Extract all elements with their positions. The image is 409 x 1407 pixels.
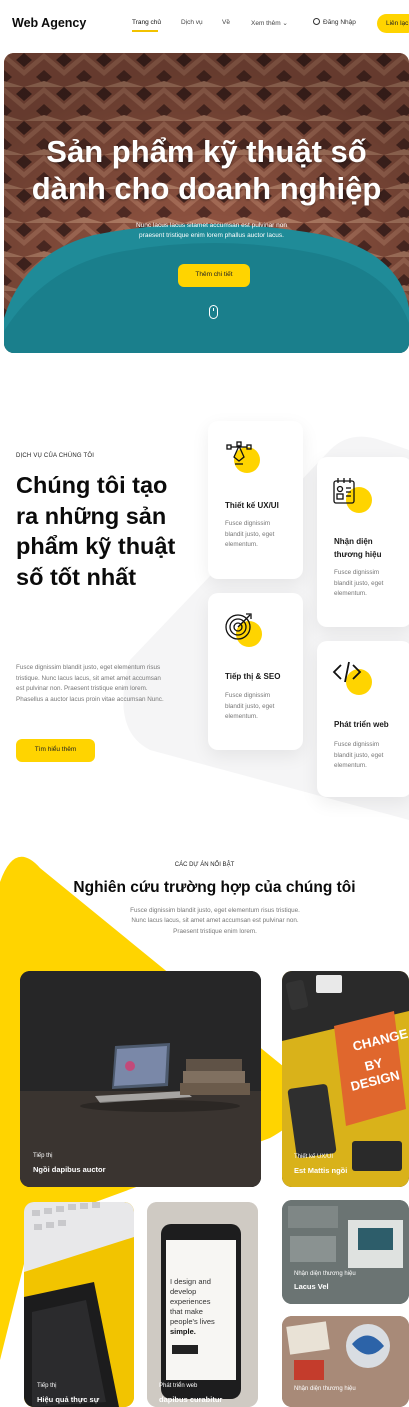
brand-logo[interactable]: Web Agency (12, 16, 86, 30)
nav-link-more[interactable]: Xem thêm ⌄ (251, 19, 288, 27)
hero-title-line-2: dành cho doanh nghiệp (31, 171, 382, 206)
projects-description-line-1: Fusce dignissim blandit justo, eget elem… (130, 907, 300, 914)
project-tile-ux-ui[interactable]: CHANGE BY DESIGN Thiết kế UX/UI Est Matt… (282, 971, 409, 1187)
project-tile-marketing[interactable]: Tiếp thị Ngồi dapibus auctor (20, 971, 261, 1187)
contact-button[interactable]: Liên lạc (377, 14, 409, 33)
code-icon (332, 661, 362, 683)
tile-name: Est Mattis ngồi (294, 1166, 348, 1175)
top-navbar: Web Agency Trang chủ Dịch vụ Về Xem thêm… (0, 0, 409, 48)
services-title: Chúng tôi tạo ra những sản phẩm kỹ thuật… (16, 472, 176, 590)
phone-text-3: experiences (170, 1297, 211, 1306)
mouse-icon[interactable] (209, 305, 218, 319)
projects-description-line-2: Nunc lacus lacus, sit amet amet accumsan… (131, 917, 299, 925)
service-card-desc: Fusce dignissim blandit justo, eget elem… (334, 741, 384, 769)
project-tile-web-dev[interactable]: I design and develop experiences that ma… (147, 1202, 258, 1407)
project-tile-branding-2[interactable]: Nhận diện thương hiệu (282, 1316, 409, 1407)
service-card-web-dev[interactable]: Phát triển web Fusce dignissim blandit j… (317, 641, 409, 797)
id-card-icon (333, 478, 355, 504)
phone-text-4: that make (170, 1307, 203, 1316)
prints-photo (282, 1316, 409, 1407)
service-card-title: Tiếp thị & SEO (225, 672, 281, 681)
phone-text-2: develop (170, 1287, 196, 1296)
tile-category: Phát triển web (159, 1383, 198, 1389)
service-card-desc: Fusce dignissim blandit justo, eget elem… (225, 692, 275, 720)
learn-more-button[interactable]: Tìm hiểu thêm (16, 739, 95, 762)
phone-text-6: simple. (170, 1327, 196, 1336)
service-card-desc: Fusce dignissim blandit justo, eget elem… (225, 520, 275, 548)
service-card-branding[interactable]: Nhận diện thương hiệu Fusce dignissim bl… (317, 457, 409, 627)
service-card-title: Nhận diện thương hiệu (334, 537, 382, 559)
tile-name: Hiệu quả thực sự (37, 1395, 100, 1404)
projects-description: Fusce dignissim blandit justo, eget elem… (120, 906, 310, 937)
hero-subtitle-line-2: praesent tristique enim lorem phallus au… (139, 232, 284, 239)
login-link[interactable]: Đăng Nhập (313, 18, 356, 26)
projects-eyebrow: CÁC DỰ ÁN NỔI BẬT (174, 862, 235, 868)
hero-title: Sản phẩm kỹ thuật số dành cho doanh nghi… (4, 133, 409, 207)
services-description: Fusce dignissim blandit justo, eget elem… (16, 664, 164, 703)
hero-title-line-1: Sản phẩm kỹ thuật số (46, 134, 367, 169)
tile-category: Tiếp thị (33, 1153, 53, 1159)
projects-description-line-3: Praesent tristique enim lorem. (173, 927, 257, 935)
project-tile-branding[interactable]: Nhận diện thương hiệu Lacus Vel (282, 1200, 409, 1304)
tile-category: Nhận diện thương hiệu (294, 1386, 356, 1392)
tile-category: Thiết kế UX/UI (294, 1154, 334, 1160)
user-icon (313, 18, 320, 25)
login-label: Đăng Nhập (323, 19, 356, 26)
tile-name: Ngồi dapibus auctor (33, 1165, 106, 1174)
nav-active-underline (132, 30, 158, 32)
project-tile-marketing-2[interactable]: Tiếp thị Hiệu quả thực sự (24, 1202, 134, 1407)
service-card-ux-ui[interactable]: Thiết kế UX/UI Fusce dignissim blandit j… (208, 421, 303, 579)
hero-subtitle-line-1: Nunc lacus lacus sitamet accumsan est pu… (135, 222, 288, 229)
phone-text-5: people's lives (170, 1317, 215, 1326)
nav-link-home[interactable]: Trang chủ (132, 19, 161, 26)
pen-tool-icon (226, 441, 252, 465)
hero-section: Sản phẩm kỹ thuật số dành cho doanh nghi… (4, 53, 409, 353)
service-card-marketing[interactable]: Tiếp thị & SEO Fusce dignissim blandit j… (208, 593, 303, 750)
phone-text-1: I design and (170, 1277, 211, 1286)
service-card-desc: Fusce dignissim blandit justo, eget elem… (334, 569, 384, 597)
tile-name: dapibus curabitur (159, 1395, 223, 1404)
hero-details-button[interactable]: Thêm chi tiết (178, 264, 250, 287)
tile-category: Nhận diện thương hiệu (294, 1271, 356, 1277)
nav-link-about[interactable]: Về (222, 19, 230, 26)
hero-subtitle: Nunc lacus lacus sitamet accumsan est pu… (119, 221, 304, 241)
projects-title: Nghiên cứu trường hợp của chúng tôi (73, 879, 356, 896)
service-card-title: Phát triển web (334, 720, 389, 729)
phone-photo: I design and develop experiences that ma… (147, 1202, 258, 1407)
tile-category: Tiếp thị (37, 1383, 57, 1389)
keyboard-photo (24, 1202, 134, 1407)
nav-link-services[interactable]: Dịch vụ (181, 19, 203, 26)
service-card-title: Thiết kế UX/UI (225, 501, 279, 510)
target-icon (225, 613, 252, 640)
laptop-photo (20, 971, 261, 1187)
tile-name: Lacus Vel (294, 1282, 329, 1291)
services-eyebrow: DỊCH VỤ CỦA CHÚNG TÔI (16, 453, 95, 459)
